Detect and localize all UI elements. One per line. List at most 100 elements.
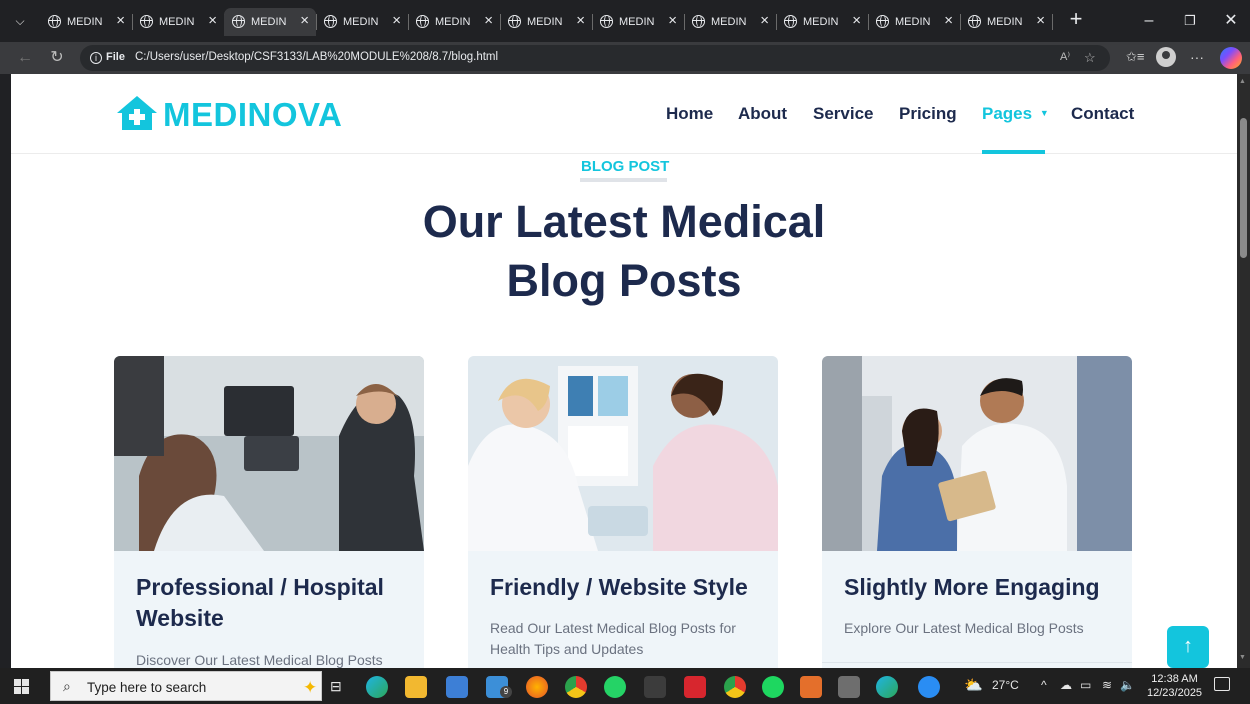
app-icon[interactable] (838, 676, 860, 698)
telegram-app-icon[interactable] (800, 676, 822, 698)
browser-tab[interactable]: MEDIN × (684, 8, 777, 36)
nav-about[interactable]: About (738, 104, 787, 124)
address-bar[interactable]: i File C:/Users/user/Desktop/CSF3133/LAB… (80, 45, 1110, 71)
browser-tab[interactable]: MEDIN × (408, 8, 501, 36)
file-explorer-icon[interactable] (405, 676, 427, 698)
active-nav-indicator (982, 150, 1045, 154)
help-icon[interactable] (918, 676, 940, 698)
restore-button[interactable]: ❐ (1175, 10, 1205, 32)
minimize-button[interactable]: – (1134, 10, 1164, 32)
close-tab-icon[interactable]: × (576, 13, 585, 29)
nav-pricing[interactable]: Pricing (899, 104, 957, 124)
close-tab-icon[interactable]: × (392, 13, 401, 29)
mail-icon[interactable]: 9 (486, 676, 512, 698)
scroll-thumb[interactable] (1240, 118, 1247, 258)
card-text: Explore Our Latest Medical Blog Posts (844, 620, 1084, 636)
onedrive-icon[interactable]: ☁ (1060, 678, 1072, 692)
close-tab-icon[interactable]: × (760, 13, 769, 29)
firefox-icon[interactable] (526, 676, 548, 698)
back-icon[interactable]: ← (14, 48, 36, 70)
blog-card[interactable]: Slightly More Engaging Explore Our Lates… (822, 356, 1132, 668)
brand-logo-text[interactable]: MEDINOVA (163, 96, 342, 134)
whatsapp-icon[interactable] (604, 676, 626, 698)
close-tab-icon[interactable]: × (944, 13, 953, 29)
tab-title: MEDIN (527, 16, 563, 28)
heading-line-2: Blog Posts (506, 255, 742, 306)
chrome-profile-icon[interactable] (724, 676, 746, 698)
windows-start-icon[interactable] (14, 679, 30, 695)
tab-title: MEDIN (67, 16, 103, 28)
card-title[interactable]: Friendly / Website Style (490, 572, 760, 603)
notification-icon[interactable] (1214, 677, 1230, 691)
url-text[interactable]: C:/Users/user/Desktop/CSF3133/LAB%20MODU… (135, 51, 498, 63)
browser-tab[interactable]: MEDIN × (500, 8, 593, 36)
browser-tab[interactable]: MEDIN × (316, 8, 409, 36)
weather-icon[interactable]: ⛅ (964, 676, 983, 694)
site-navbar: MEDINOVA Home About Service Pricing Page… (11, 74, 1237, 154)
blog-card[interactable]: Professional / Hospital Website Discover… (114, 356, 424, 668)
scroll-up-icon[interactable]: ▲ (1239, 78, 1246, 85)
wps-icon[interactable] (684, 676, 706, 698)
browser-tab[interactable]: MEDIN × (40, 8, 133, 36)
tab-actions-menu[interactable]: ⌵ (8, 10, 32, 32)
profile-avatar[interactable] (1156, 47, 1176, 67)
store-icon[interactable] (446, 676, 468, 698)
browser-tab[interactable]: MEDIN × (132, 8, 225, 36)
tab-title: MEDIN (159, 16, 195, 28)
tab-title: MEDIN (987, 16, 1023, 28)
close-tab-icon[interactable]: × (668, 13, 677, 29)
browser-tab[interactable]: MEDIN × (868, 8, 961, 36)
clock[interactable]: 12:38 AM 12/23/2025 (1147, 672, 1202, 700)
refresh-icon[interactable]: ↻ (46, 48, 68, 70)
weather-temp[interactable]: 27°C (992, 678, 1019, 692)
browser-tab[interactable]: MEDIN × (224, 8, 317, 36)
close-tab-icon[interactable]: × (208, 13, 217, 29)
browser-tab[interactable]: MEDIN × (592, 8, 685, 36)
close-tab-icon[interactable]: × (300, 13, 309, 29)
nav-pages[interactable]: Pages ▼ (982, 104, 1049, 124)
close-tab-icon[interactable]: × (484, 13, 493, 29)
section-label-underline (580, 178, 667, 182)
browser-tab[interactable]: MEDIN × (776, 8, 869, 36)
battery-icon[interactable]: ▭ (1080, 678, 1091, 692)
close-tab-icon[interactable]: × (116, 13, 125, 29)
tab-title: MEDIN (895, 16, 931, 28)
read-aloud-icon[interactable]: A⁾ (1060, 50, 1070, 63)
edge-active-icon[interactable] (876, 676, 898, 698)
chrome-icon[interactable] (565, 676, 587, 698)
doctor-patient-photo (468, 356, 778, 551)
file-chip: File (106, 51, 125, 63)
browser-tab[interactable]: MEDIN × (960, 8, 1053, 36)
tab-title: MEDIN (619, 16, 655, 28)
card-title[interactable]: Slightly More Engaging (844, 572, 1114, 603)
copilot-icon[interactable] (1220, 47, 1242, 69)
scroll-down-icon[interactable]: ▼ (1239, 654, 1246, 661)
show-hidden-icons[interactable]: ^ (1041, 678, 1047, 692)
nav-home[interactable]: Home (666, 104, 713, 124)
volume-icon[interactable]: 🔈 (1120, 678, 1135, 692)
edge-icon[interactable] (366, 676, 388, 698)
spotify-icon[interactable] (762, 676, 784, 698)
close-tab-icon[interactable]: × (852, 13, 861, 29)
network-app-icon[interactable] (644, 676, 666, 698)
back-to-top-button[interactable]: ↑ (1167, 626, 1209, 668)
task-view-icon[interactable]: ⊟ (330, 678, 342, 695)
wifi-icon[interactable]: ≋ (1102, 678, 1112, 692)
taskbar-search[interactable]: ⌕ Type here to search ✦ (50, 671, 322, 701)
globe-icon (48, 15, 61, 28)
globe-icon (692, 15, 705, 28)
close-tab-icon[interactable]: × (1036, 13, 1045, 29)
close-window-button[interactable]: ✕ (1216, 10, 1246, 32)
favorites-icon[interactable]: ✩≡ (1126, 49, 1144, 65)
blog-card[interactable]: Friendly / Website Style Read Our Latest… (468, 356, 778, 668)
info-icon[interactable]: i (90, 52, 102, 64)
page-scrollbar[interactable]: ▲ ▼ (1237, 74, 1250, 668)
new-tab-button[interactable]: + (1064, 8, 1088, 32)
search-highlight-icon: ✦ (303, 678, 318, 697)
nav-contact[interactable]: Contact (1071, 104, 1134, 124)
nav-service[interactable]: Service (813, 104, 874, 124)
favorite-star-icon[interactable]: ☆ (1084, 50, 1096, 66)
tab-separator (1052, 14, 1053, 30)
more-menu-icon[interactable]: ··· (1190, 49, 1204, 65)
card-title[interactable]: Professional / Hospital Website (136, 572, 406, 634)
